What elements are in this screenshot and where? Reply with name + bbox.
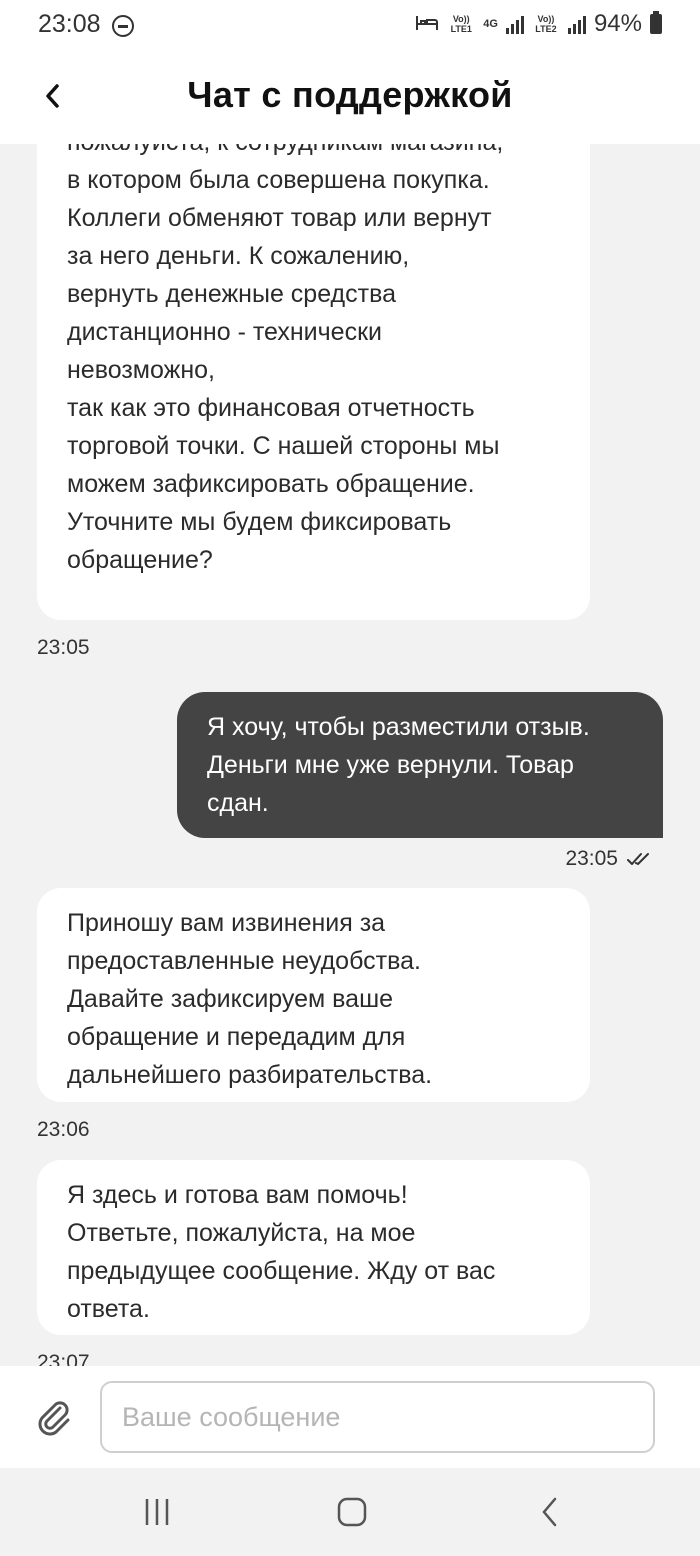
message-bubble-outgoing: Я хочу, чтобы разместили отзыв. Деньги м… [177,692,663,838]
chat-header: Чат с поддержкой [0,52,700,144]
message-composer [0,1366,700,1468]
message-bubble-incoming: Я здесь и готова вам помочь! Ответьте, п… [37,1160,590,1335]
page-title: Чат с поддержкой [187,74,513,115]
attach-button[interactable] [34,1396,74,1436]
message-time: 23:05 [565,847,618,870]
battery-icon [650,11,662,34]
status-indicators: Vo)) LTE1 4G Vo)) LTE2 94% [415,10,662,38]
message-time-row: 23:05 [565,847,654,871]
do-not-disturb-icon [112,15,134,37]
recent-apps-button[interactable] [135,1490,179,1534]
signal-icon [505,14,524,34]
message-list[interactable]: пожалуйста, к сотрудникам магазина, в ко… [0,144,700,1366]
sim1-label: Vo)) LTE1 [450,14,472,34]
double-check-icon [627,853,649,865]
message-bubble-incoming: Приношу вам извинения за предоставленные… [37,888,590,1102]
system-nav-bar [0,1468,700,1556]
signal-icon [567,14,586,34]
network-type: 4G [483,18,498,30]
home-button[interactable] [330,1490,374,1534]
sim2-label: Vo)) LTE2 [535,14,557,34]
message-bubble-incoming: пожалуйста, к сотрудникам магазина, в ко… [37,144,590,620]
message-time: 23:06 [37,1118,90,1141]
message-time: 23:07 [37,1351,90,1366]
status-bar: 23:08 Vo)) LTE1 4G Vo)) LTE2 94% [0,0,700,52]
back-icon [542,1497,557,1527]
battery-percent: 94% [593,10,642,37]
message-time: 23:05 [37,636,90,659]
status-time: 23:08 [38,10,101,38]
message-input[interactable] [100,1381,655,1453]
bed-icon [415,12,439,37]
recent-apps-icon [145,1499,169,1525]
back-nav-button[interactable] [528,1490,572,1534]
paperclip-icon [38,1401,70,1436]
home-icon [337,1497,367,1527]
